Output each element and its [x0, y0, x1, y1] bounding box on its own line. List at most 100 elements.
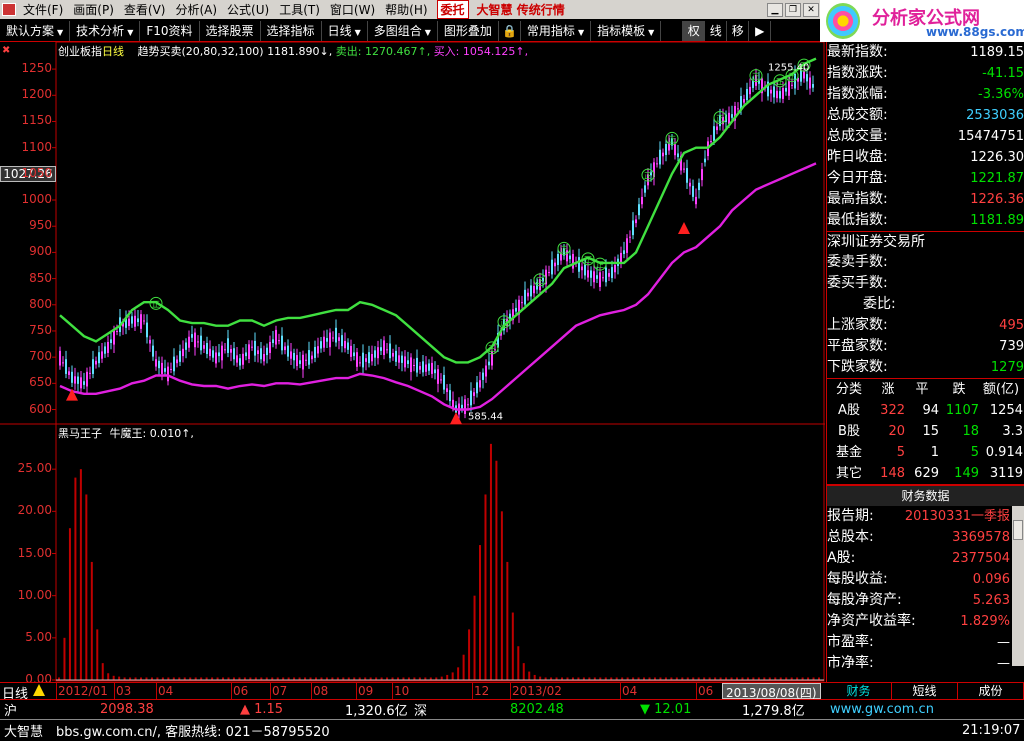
candle-body: [674, 144, 676, 156]
candle-body: [530, 285, 532, 297]
category-row[interactable]: 基金 5 1 5 0.914: [827, 442, 1024, 463]
candle-body: [65, 359, 67, 374]
toolbar-period[interactable]: 日线 ▼: [322, 20, 368, 41]
chart-area[interactable]: ✖ 正正正正正正正正正正正正正正 585.44 1255.40 创业板指日线 趋势买卖…: [0, 42, 825, 686]
toolbar-common-indicators[interactable]: 常用指标 ▼: [521, 20, 592, 41]
tab-components[interactable]: 成份: [958, 683, 1024, 699]
sz-index[interactable]: 8202.48: [510, 702, 564, 717]
category-cell: 629: [914, 466, 939, 481]
category-cell: 20: [888, 424, 905, 439]
signal-marker-text: 正: [644, 172, 652, 181]
signal-marker-text: 正: [584, 255, 592, 264]
candle-body: [419, 366, 421, 370]
toolbar-technical-analysis[interactable]: 技术分析 ▼: [70, 20, 141, 41]
close-icon[interactable]: ✕: [803, 2, 819, 17]
candle-body: [686, 168, 688, 183]
main-chart-info: 创业板指日线 趋势买卖(20,80,32,100) 1181.890↓, 卖出:…: [58, 43, 528, 59]
candle-body: [605, 267, 607, 283]
category-cell: 3.3: [1002, 424, 1023, 439]
candle-body: [443, 374, 445, 390]
menu-help[interactable]: 帮助(H): [380, 1, 432, 18]
category-header-cell: 额(亿): [982, 382, 1020, 397]
y-tick-label: 850: [29, 270, 52, 285]
sh-index[interactable]: 2098.38: [100, 702, 154, 717]
sub-y-tick-label: 15.00: [17, 545, 52, 560]
line-button[interactable]: 线: [705, 20, 728, 41]
kline-chart[interactable]: ✖正正正正正正正正正正正正正正585.441255.40: [0, 42, 825, 682]
finance-row-label: 市净率:: [827, 655, 874, 671]
candle-body: [317, 346, 319, 354]
hotline: bbs.gw.com.cn/, 客服热线: 021－58795520: [56, 725, 330, 740]
menu-file[interactable]: 文件(F): [18, 1, 68, 18]
tab-finance[interactable]: 财务: [826, 683, 892, 699]
lock-icon[interactable]: 🔒: [499, 20, 521, 41]
menu-formula[interactable]: 公式(U): [222, 1, 274, 18]
candle-body: [80, 377, 82, 389]
menu-screen[interactable]: 画面(P): [68, 1, 119, 18]
candle-body: [776, 90, 778, 99]
candle-body: [107, 341, 109, 353]
candle-body: [791, 84, 793, 86]
menu-analysis[interactable]: 分析(A): [170, 1, 222, 18]
quote-row-label: 今日开盘:: [827, 170, 888, 186]
finance-row-label: 报告期:: [827, 508, 874, 524]
finance-scrollbar[interactable]: [1012, 506, 1024, 666]
category-row[interactable]: 其它 148 629 149 3119: [827, 463, 1024, 484]
toolbar-select-indicator[interactable]: 选择指标: [261, 20, 322, 41]
candle-body: [473, 392, 475, 396]
menu-tools[interactable]: 工具(T): [274, 1, 325, 18]
toolbar-f10[interactable]: F10资料: [140, 20, 200, 41]
play-icon[interactable]: ▶: [749, 20, 772, 41]
candle-body: [338, 337, 340, 341]
toolbar-default-scheme[interactable]: 默认方案 ▼: [0, 20, 71, 41]
rights-button[interactable]: 权: [683, 20, 706, 41]
toolbar-select-stock[interactable]: 选择股票: [200, 20, 261, 41]
finance-row: 总股本: 3369578: [827, 527, 1024, 548]
menu-view[interactable]: 查看(V): [119, 1, 171, 18]
menu-window[interactable]: 窗口(W): [325, 1, 380, 18]
finance-title[interactable]: 财务数据: [827, 485, 1024, 506]
quote-row: 指数涨幅: -3.36%: [827, 84, 1024, 105]
candle-body: [557, 253, 559, 265]
minimize-icon[interactable]: ▁: [767, 2, 783, 17]
y-tick-label: 800: [29, 296, 52, 311]
candle-body: [626, 238, 628, 253]
move-button[interactable]: 移: [727, 20, 750, 41]
x-tick-label: 2013/02: [512, 684, 562, 698]
candle-body: [452, 399, 454, 408]
candle-body: [134, 315, 136, 327]
y-tick-label: 1200: [21, 87, 52, 102]
candle-body: [413, 365, 415, 367]
warning-triangle-icon[interactable]: [33, 684, 45, 696]
quote-row-value: 1189.15: [970, 45, 1024, 60]
scrollbar-thumb[interactable]: [1013, 520, 1023, 540]
signal-marker-text: 正: [596, 261, 604, 270]
toolbar-multi-chart[interactable]: 多图组合 ▼: [368, 20, 438, 41]
app-icon[interactable]: [2, 3, 16, 16]
tab-short-term[interactable]: 短线: [892, 683, 958, 699]
candle-body: [269, 341, 271, 353]
toolbar-overlay[interactable]: 图形叠加: [438, 20, 499, 41]
candle-body: [614, 264, 616, 273]
quote-row: 今日开盘: 1221.87: [827, 168, 1024, 189]
candle-body: [632, 220, 634, 236]
trade-button[interactable]: 委托: [436, 0, 469, 19]
x-tick: [356, 683, 357, 699]
finance-row: 市盈率: —: [827, 632, 1024, 653]
candle-body: [191, 334, 193, 338]
candle-body: [407, 360, 409, 364]
volume-bar: [457, 667, 460, 680]
window-controls: ▁ ❐ ✕: [765, 2, 819, 17]
candle-body: [359, 362, 361, 364]
candle-body: [95, 360, 97, 365]
category-cell: 1254: [989, 403, 1023, 418]
restore-icon[interactable]: ❐: [785, 2, 801, 17]
volume-bar: [511, 612, 514, 680]
candle-body: [113, 329, 115, 345]
candle-body: [176, 359, 178, 364]
website-link[interactable]: www.gw.com.cn: [830, 702, 934, 717]
category-row[interactable]: B股 20 15 18 3.3: [827, 421, 1024, 442]
category-row[interactable]: A股 322 94 1107 1254: [827, 400, 1024, 421]
candle-body: [701, 169, 703, 181]
toolbar-indicator-template[interactable]: 指标模板 ▼: [591, 20, 662, 41]
